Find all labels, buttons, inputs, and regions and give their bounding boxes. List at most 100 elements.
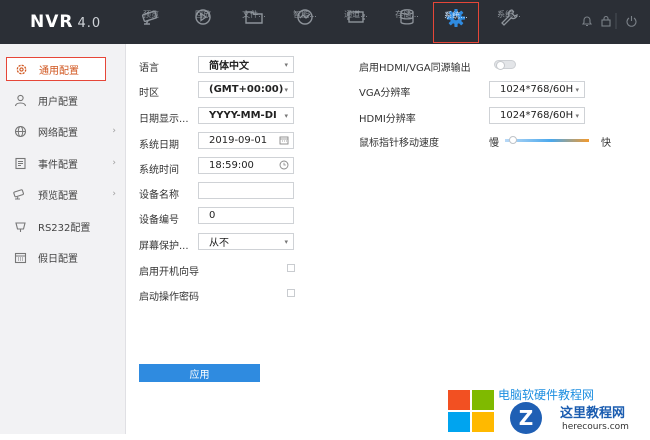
lock-icon[interactable] xyxy=(600,15,612,30)
event-icon xyxy=(12,155,28,171)
nav-playback-label: 回放 xyxy=(195,10,211,19)
nav-system-label: 系统... xyxy=(444,11,468,20)
sidebar-item-preview[interactable]: 预览配置 › xyxy=(6,182,124,206)
system-time-value: 18:59:00 xyxy=(209,160,254,171)
caret-icon: ▾ xyxy=(284,112,288,120)
nav-preview[interactable]: 预览 xyxy=(128,0,174,44)
watermark-line1: 电脑软硬件教程网 xyxy=(498,388,595,402)
brand-name: NVR xyxy=(30,12,74,32)
calendar-icon xyxy=(12,249,28,265)
gear-icon xyxy=(13,61,29,77)
sidebar-item-label: 网络配置 xyxy=(38,127,78,139)
operation-password-label: 启动操作密码 xyxy=(139,292,199,303)
nav-channel[interactable]: 通道... xyxy=(333,0,379,44)
sidebar-item-label: 假日配置 xyxy=(38,253,78,265)
hdmi-vga-sync-toggle[interactable] xyxy=(494,60,516,70)
timezone-value: (GMT+00:00) xyxy=(209,84,284,95)
sidebar-item-general[interactable]: 通用配置 xyxy=(6,57,106,81)
nav-smart[interactable]: 智能... xyxy=(282,0,328,44)
language-select[interactable]: 简体中文 ▾ xyxy=(198,56,294,73)
sidebar-item-label: 通用配置 xyxy=(39,65,79,77)
hdmi-resolution-select[interactable]: 1024*768/60H ▾ xyxy=(489,107,585,124)
sidebar-item-event[interactable]: 事件配置 › xyxy=(6,151,124,175)
hdmi-resolution-value: 1024*768/60H xyxy=(500,110,574,121)
brand-logo: NVR 4.0 xyxy=(30,12,101,32)
calendar-icon[interactable] xyxy=(279,135,289,148)
timezone-label: 时区 xyxy=(139,88,159,99)
sidebar-item-label: 事件配置 xyxy=(38,159,78,171)
svg-text:Z: Z xyxy=(519,406,534,430)
startup-wizard-checkbox[interactable] xyxy=(287,264,295,272)
nav-storage[interactable]: 存储... xyxy=(384,0,430,44)
caret-icon: ▾ xyxy=(284,238,288,246)
nav-file[interactable]: 文件... xyxy=(231,0,277,44)
watermark-line3: herecours.com xyxy=(562,422,629,432)
device-number-label: 设备编号 xyxy=(139,215,179,226)
system-date-value: 2019-09-01 xyxy=(209,135,268,146)
power-icon[interactable] xyxy=(625,15,638,31)
system-date-label: 系统日期 xyxy=(139,140,179,151)
camera-icon xyxy=(12,186,28,202)
clock-icon[interactable] xyxy=(279,160,289,173)
vga-resolution-value: 1024*768/60H xyxy=(500,84,574,95)
brand-version: 4.0 xyxy=(77,16,102,31)
caret-icon: ▾ xyxy=(575,86,579,94)
hdmi-vga-sync-label: 启用HDMI/VGA同源输出 xyxy=(359,63,471,74)
vga-resolution-select[interactable]: 1024*768/60H ▾ xyxy=(489,81,585,98)
operation-password-checkbox[interactable] xyxy=(287,289,295,297)
device-name-input[interactable] xyxy=(198,182,294,199)
nav-maintenance-label: 系统... xyxy=(497,10,521,19)
mouse-speed-max-label: 快 xyxy=(601,138,611,149)
device-number-value: 0 xyxy=(209,210,216,221)
chevron-right-icon: › xyxy=(112,158,116,168)
nav-storage-label: 存储... xyxy=(395,10,419,19)
timezone-select[interactable]: (GMT+00:00) ▾ xyxy=(198,81,294,98)
sidebar-item-label: 预览配置 xyxy=(38,190,78,202)
language-label: 语言 xyxy=(139,63,159,74)
screensaver-select[interactable]: 从不 ▾ xyxy=(198,233,294,250)
language-value: 简体中文 xyxy=(209,61,249,72)
slider-track xyxy=(505,139,589,142)
apply-button[interactable]: 应用 xyxy=(139,364,260,382)
system-date-input[interactable]: 2019-09-01 xyxy=(198,132,294,149)
sidebar-item-label: 用户配置 xyxy=(38,96,78,108)
date-format-value: YYYY-MM-DI xyxy=(209,110,277,121)
sidebar-item-network[interactable]: 网络配置 › xyxy=(6,119,124,143)
sidebar: 通用配置 用户配置 网络配置 › 事件配置 › 预览配置 › RS232配置 假… xyxy=(0,44,126,434)
system-time-label: 系统时间 xyxy=(139,165,179,176)
mouse-speed-label: 鼠标指针移动速度 xyxy=(359,138,439,149)
bell-icon[interactable] xyxy=(581,15,593,30)
mouse-speed-min-label: 慢 xyxy=(489,138,499,149)
nav-playback[interactable]: 回放 xyxy=(180,0,226,44)
mouse-speed-slider[interactable] xyxy=(505,136,589,146)
date-format-select[interactable]: YYYY-MM-DI ▾ xyxy=(198,107,294,124)
date-format-label: 日期显示... xyxy=(139,114,189,125)
startup-wizard-label: 启用开机向导 xyxy=(139,267,199,278)
rs232-icon xyxy=(12,218,28,234)
screensaver-label: 屏幕保护... xyxy=(139,241,189,252)
sidebar-item-holiday[interactable]: 假日配置 xyxy=(6,245,124,269)
device-number-input[interactable]: 0 xyxy=(198,207,294,224)
chevron-right-icon: › xyxy=(112,126,116,136)
globe-icon xyxy=(12,123,28,139)
caret-icon: ▾ xyxy=(284,86,288,94)
user-icon xyxy=(12,92,28,108)
slider-thumb[interactable] xyxy=(508,136,517,144)
device-name-label: 设备名称 xyxy=(139,190,179,201)
hdmi-resolution-label: HDMI分辨率 xyxy=(359,114,416,125)
nav-maintenance[interactable]: 系统... xyxy=(486,0,532,44)
chevron-right-icon: › xyxy=(112,189,116,199)
nav-channel-label: 通道... xyxy=(344,10,368,19)
nav-file-label: 文件... xyxy=(242,10,266,19)
sidebar-item-user[interactable]: 用户配置 xyxy=(6,88,124,112)
caret-icon: ▾ xyxy=(284,61,288,69)
vga-resolution-label: VGA分辨率 xyxy=(359,88,411,99)
nav-system[interactable]: 系统... xyxy=(433,2,479,43)
sidebar-item-rs232[interactable]: RS232配置 xyxy=(6,214,124,238)
top-bar: NVR 4.0 预览 回放 文件... 智能... 通道... 存储... 系统… xyxy=(0,0,650,44)
sidebar-item-label: RS232配置 xyxy=(38,222,91,234)
system-time-input[interactable]: 18:59:00 xyxy=(198,157,294,174)
watermark-line2: 这里教程网 xyxy=(560,406,626,421)
separator xyxy=(614,12,618,33)
nav-smart-label: 智能... xyxy=(293,10,317,19)
